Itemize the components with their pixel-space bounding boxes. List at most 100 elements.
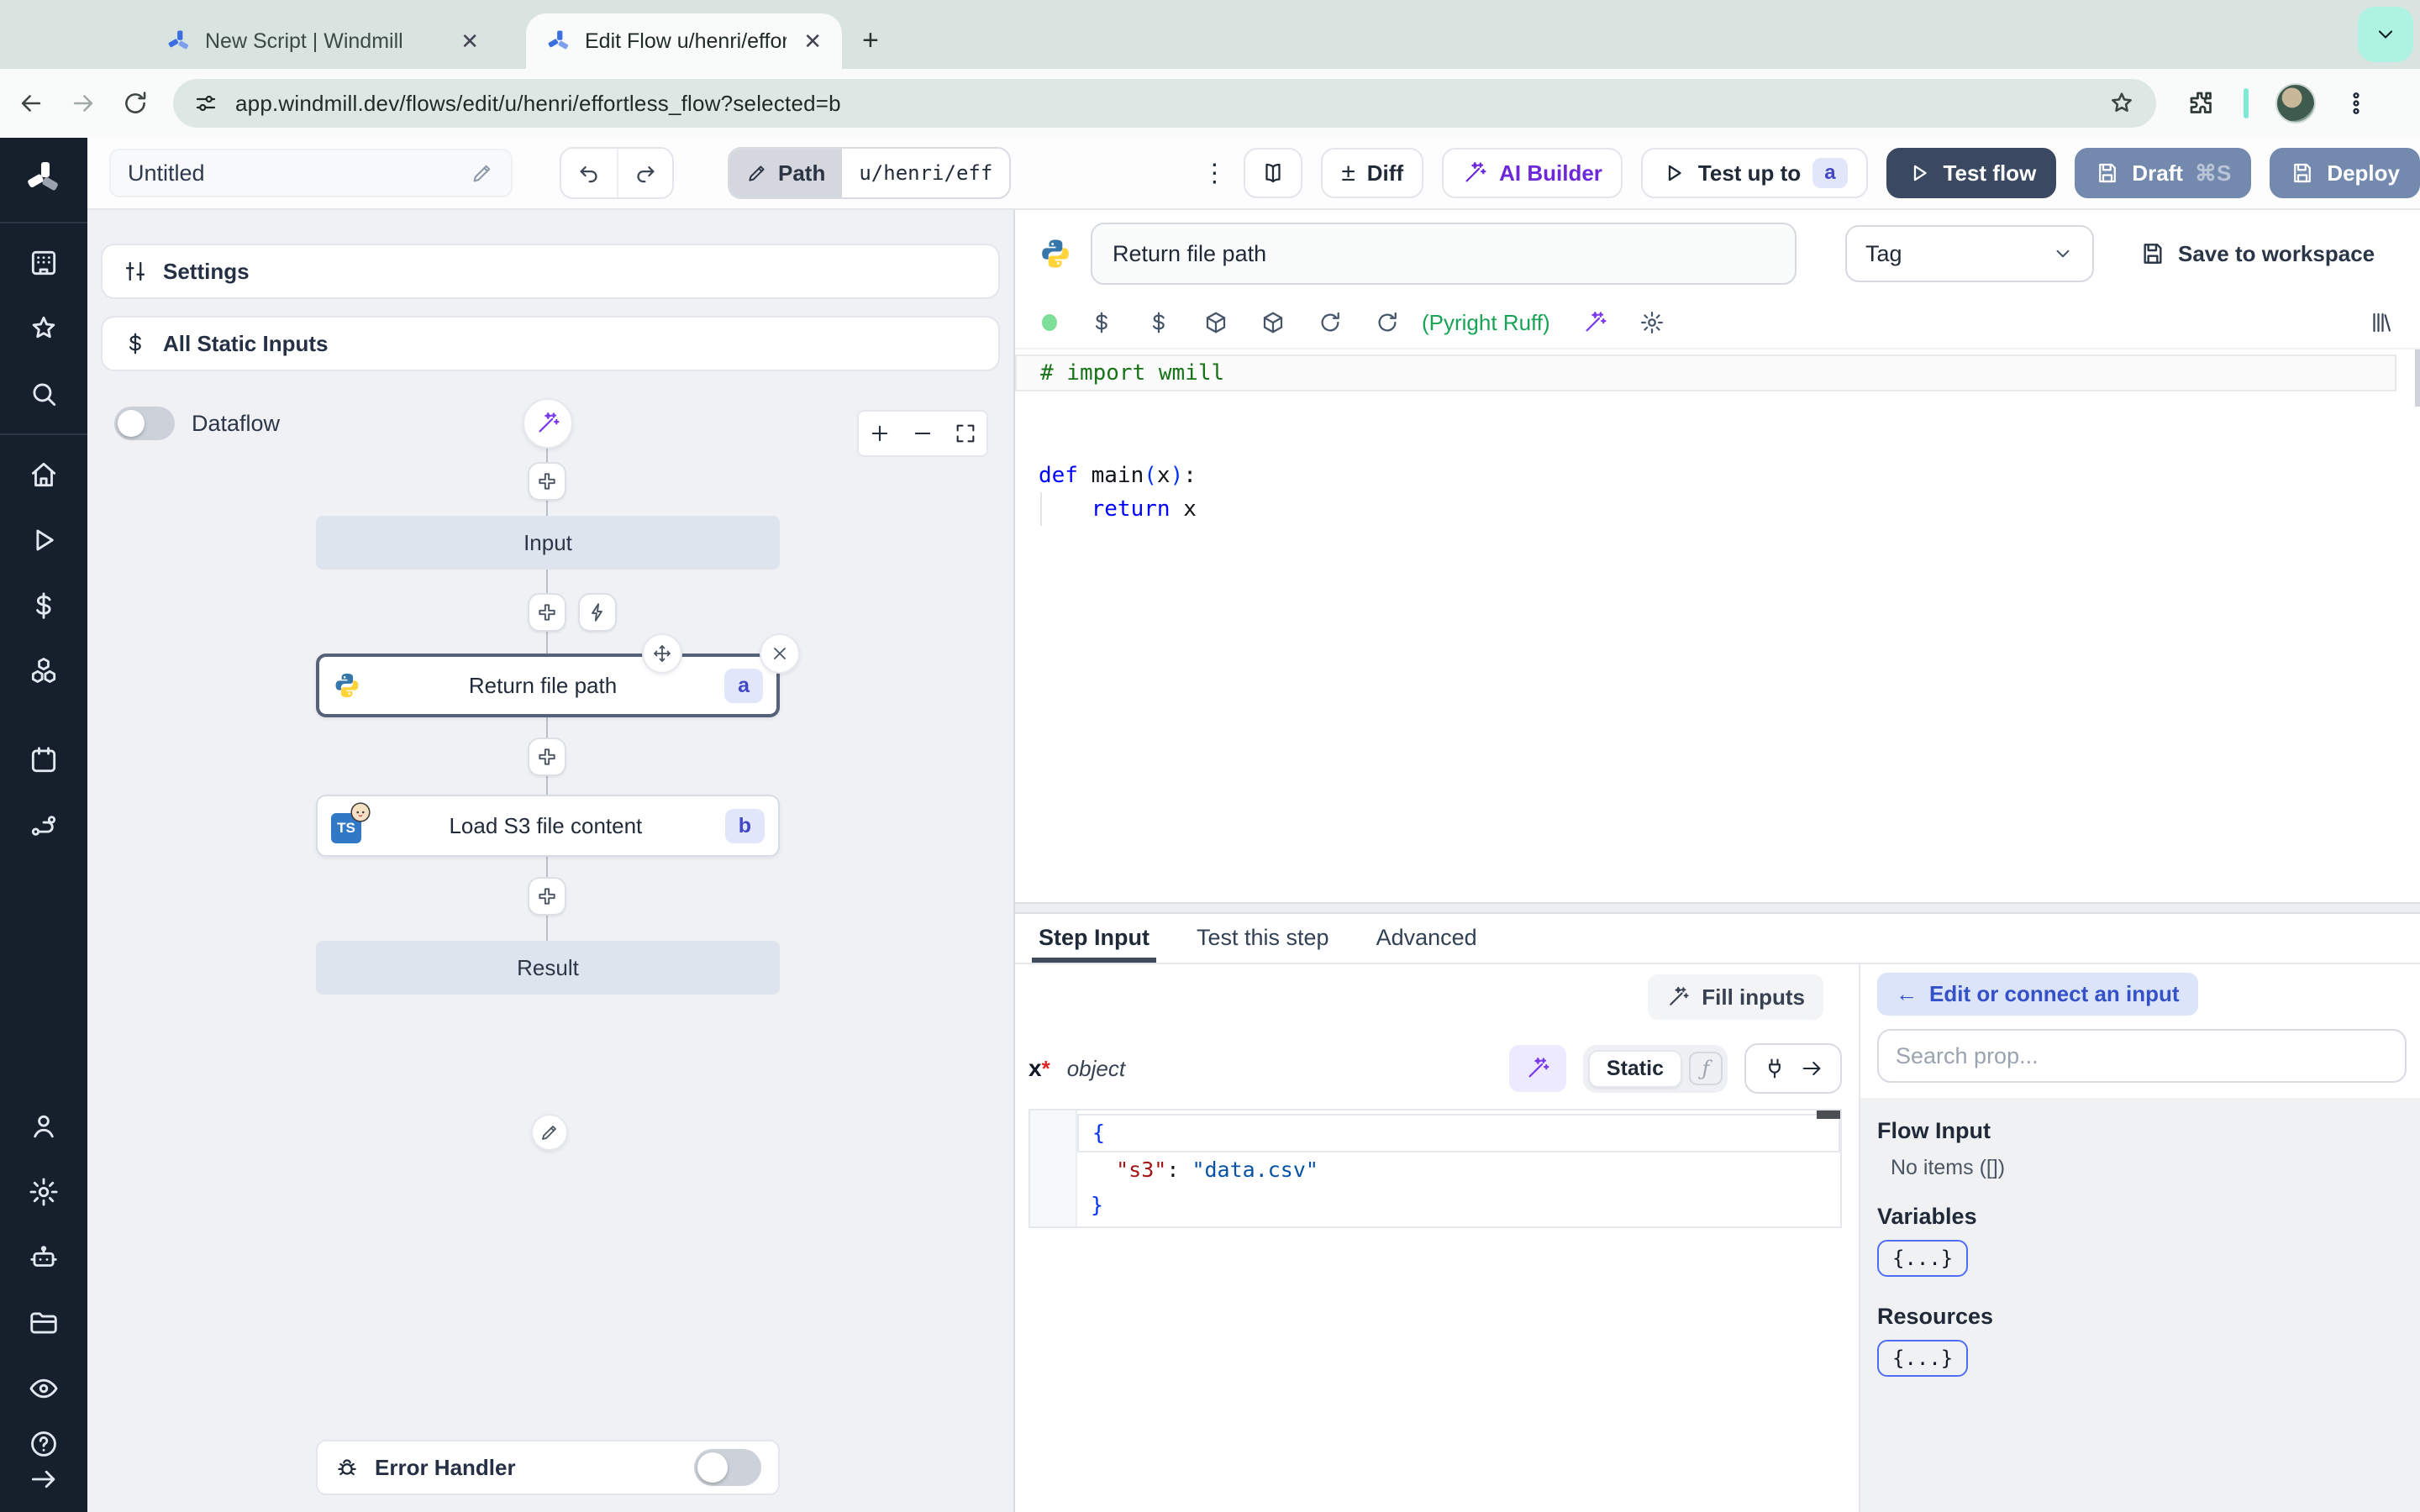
- flow-name-input[interactable]: [109, 149, 513, 197]
- docs-button[interactable]: [1244, 148, 1303, 198]
- insert-step-button[interactable]: [528, 877, 566, 916]
- sidebar-item-audit-logs[interactable]: [28, 1373, 60, 1404]
- flow-result-node[interactable]: Result: [316, 941, 780, 995]
- more-options-button[interactable]: ⋮: [1202, 159, 1227, 188]
- sidebar-item-settings[interactable]: [28, 1176, 60, 1208]
- path-value[interactable]: u/henri/eff: [842, 149, 1010, 197]
- static-mode-button[interactable]: Static: [1587, 1049, 1682, 1088]
- sidebar-item-variables[interactable]: [28, 590, 60, 622]
- sidebar-item-resources[interactable]: [28, 655, 60, 687]
- tab-close-icon[interactable]: ✕: [457, 29, 482, 55]
- url-text[interactable]: app.windmill.dev/flows/edit/u/henri/effo…: [235, 91, 2091, 117]
- sidebar-item-ai-robot[interactable]: [28, 1242, 60, 1273]
- browser-profile-avatar[interactable]: [2275, 83, 2316, 123]
- test-up-to-button[interactable]: Test up to a: [1640, 148, 1868, 198]
- site-settings-icon[interactable]: [193, 91, 218, 116]
- tag-select[interactable]: Tag: [1845, 225, 2094, 282]
- browser-menu-icon[interactable]: [2343, 90, 2370, 117]
- test-flow-button[interactable]: Test flow: [1886, 148, 2057, 198]
- connect-input-group[interactable]: [1744, 1043, 1842, 1094]
- draft-button[interactable]: Draft ⌘S: [2075, 148, 2252, 198]
- fill-inputs-button[interactable]: Fill inputs: [1648, 974, 1823, 1020]
- zoom-in-icon[interactable]: [868, 422, 892, 445]
- json-editor-content[interactable]: { "s3": "data.csv"}: [1077, 1110, 1840, 1226]
- insert-trigger-button[interactable]: [578, 593, 617, 632]
- address-bar[interactable]: app.windmill.dev/flows/edit/u/henri/effo…: [173, 79, 2156, 128]
- insert-step-button[interactable]: [528, 593, 566, 632]
- delete-step-button[interactable]: [760, 633, 800, 674]
- browser-tab-new-script[interactable]: New Script | Windmill ✕: [146, 13, 499, 69]
- sidebar-item-home[interactable]: [28, 459, 60, 491]
- step-title-input[interactable]: [1091, 223, 1797, 285]
- sidebar-item-workspace[interactable]: [28, 247, 60, 279]
- deploy-button[interactable]: Deploy: [2270, 148, 2420, 198]
- editor-settings-gear-icon[interactable]: [1639, 310, 1665, 335]
- insert-step-button[interactable]: [528, 462, 566, 501]
- new-tab-button[interactable]: +: [862, 24, 879, 57]
- library-icon[interactable]: [2368, 310, 2393, 335]
- edit-pencil-icon[interactable]: [471, 161, 494, 185]
- zoom-out-icon[interactable]: [911, 422, 934, 445]
- flow-input-node[interactable]: Input: [316, 516, 780, 570]
- bookmark-star-icon[interactable]: [2107, 89, 2136, 118]
- tab-test-this-step[interactable]: Test this step: [1197, 925, 1329, 963]
- redo-button[interactable]: [617, 149, 672, 197]
- help-icon[interactable]: [28, 1428, 60, 1460]
- error-handler-toggle[interactable]: [694, 1449, 761, 1486]
- save-to-workspace-button[interactable]: Save to workspace: [2139, 240, 2375, 267]
- sidebar-item-favorites[interactable]: [28, 312, 60, 344]
- reload-icon[interactable]: [1318, 310, 1343, 335]
- path-editor[interactable]: Path u/henri/eff: [728, 147, 1012, 199]
- sidebar-item-runs[interactable]: [28, 524, 60, 556]
- variables-dollar-icon[interactable]: [1089, 310, 1114, 335]
- sidebar-item-folders[interactable]: [28, 1307, 60, 1339]
- insert-step-button[interactable]: [528, 738, 566, 776]
- ai-flow-builder-button[interactable]: [523, 398, 573, 449]
- back-button[interactable]: [17, 89, 45, 118]
- move-step-handle[interactable]: [642, 633, 682, 674]
- resources-object-button[interactable]: {...}: [1877, 1340, 1969, 1377]
- flow-settings-button[interactable]: Settings: [101, 244, 1000, 299]
- all-static-inputs-button[interactable]: All Static Inputs: [101, 316, 1000, 371]
- argument-json-editor[interactable]: { "s3": "data.csv"}: [1028, 1109, 1842, 1228]
- edit-or-connect-button[interactable]: ← Edit or connect an input: [1877, 973, 2198, 1016]
- tab-advanced[interactable]: Advanced: [1376, 925, 1477, 963]
- collapse-sidebar-icon[interactable]: [28, 1463, 60, 1495]
- package-icon[interactable]: [1260, 310, 1286, 335]
- step-title-field[interactable]: [1113, 240, 1775, 267]
- tab-close-icon[interactable]: ✕: [800, 29, 825, 55]
- reload-icon[interactable]: [1375, 310, 1400, 335]
- flow-node-step-b[interactable]: TS Load S3 file content b: [316, 795, 780, 857]
- variables-object-button[interactable]: {...}: [1877, 1240, 1969, 1277]
- fit-view-icon[interactable]: [954, 422, 977, 445]
- scrollbar[interactable]: [1817, 1110, 1840, 1119]
- windmill-logo-icon[interactable]: [24, 158, 64, 198]
- sidebar-item-search[interactable]: [28, 378, 60, 410]
- tab-search-button[interactable]: [2358, 7, 2413, 62]
- search-prop-input[interactable]: [1877, 1029, 2407, 1083]
- extensions-puzzle-icon[interactable]: [2186, 88, 2217, 118]
- javascript-mode-button[interactable]: ƒ: [1689, 1052, 1723, 1085]
- edit-step-button[interactable]: [531, 1114, 568, 1151]
- ai-fill-button[interactable]: [1508, 1045, 1566, 1092]
- panel-splitter[interactable]: [1015, 902, 2420, 914]
- forward-button[interactable]: [69, 89, 97, 118]
- undo-button[interactable]: [561, 149, 617, 197]
- flow-node-step-a[interactable]: Return file path a: [316, 654, 780, 1151]
- dataflow-toggle[interactable]: [114, 407, 175, 440]
- diff-button[interactable]: ± Diff: [1321, 148, 1424, 198]
- package-icon[interactable]: [1203, 310, 1228, 335]
- browser-tab-edit-flow[interactable]: Edit Flow u/henri/effortless_fl ✕: [526, 13, 842, 69]
- sidebar-item-flows[interactable]: [28, 810, 60, 842]
- code-editor[interactable]: # import wmill def main(x): return x: [1015, 348, 2420, 902]
- tab-step-input[interactable]: Step Input: [1032, 925, 1156, 963]
- sidebar-item-schedules[interactable]: [28, 744, 60, 776]
- resources-dollar-icon[interactable]: [1146, 310, 1171, 335]
- lint-status[interactable]: (Pyright Ruff): [1422, 310, 1550, 336]
- flow-name-field[interactable]: [128, 160, 457, 186]
- ai-wand-icon[interactable]: [1582, 310, 1607, 335]
- reload-button[interactable]: [121, 89, 150, 118]
- scrollbar[interactable]: [2415, 349, 2420, 407]
- ai-builder-button[interactable]: AI Builder: [1442, 148, 1623, 198]
- sidebar-item-users[interactable]: [28, 1110, 60, 1142]
